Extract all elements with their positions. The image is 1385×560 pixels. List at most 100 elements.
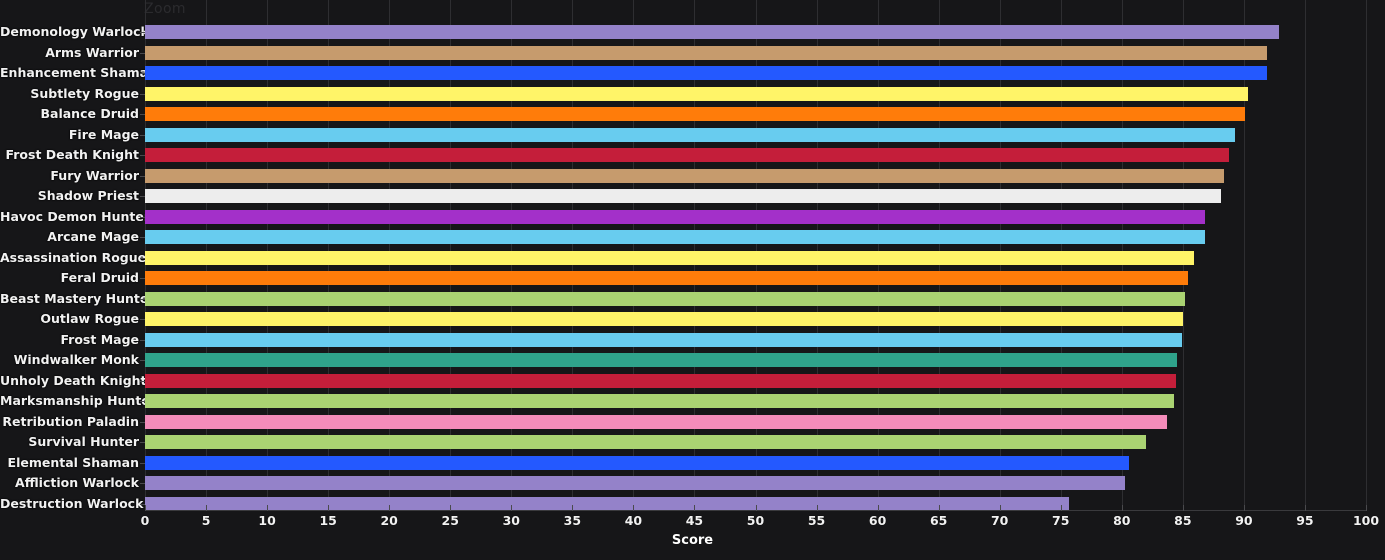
bar-row[interactable]	[145, 84, 1366, 105]
x-axis-tick-label: 40	[624, 513, 643, 528]
bar-row[interactable]	[145, 186, 1366, 207]
bar[interactable]	[145, 353, 1177, 367]
bar[interactable]	[145, 455, 1130, 470]
x-axis-tick	[877, 505, 879, 511]
bar-row[interactable]	[145, 104, 1366, 125]
x-axis-tick-label: 0	[140, 513, 150, 528]
category-label: Balance Druid	[40, 106, 140, 121]
bar-row[interactable]	[145, 289, 1366, 310]
y-axis-tick	[140, 462, 145, 464]
bar-row[interactable]	[145, 248, 1366, 269]
category-label: Arms Warrior	[45, 44, 139, 60]
x-axis-tick-label: 25	[441, 513, 459, 528]
bar-row[interactable]	[145, 412, 1366, 433]
category-label: Arcane Mage	[47, 229, 139, 244]
gridline	[1366, 0, 1367, 510]
x-axis-tick-label: 65	[929, 513, 948, 528]
x-axis-tick-label: 60	[868, 513, 887, 528]
x-axis-tick	[1243, 505, 1245, 511]
y-axis-tick	[140, 442, 145, 444]
bar-row[interactable]	[145, 350, 1366, 371]
bar[interactable]	[145, 271, 1188, 285]
bar[interactable]	[145, 107, 1246, 121]
y-axis-tick	[140, 216, 145, 218]
y-axis-tick	[140, 114, 145, 116]
bar-row[interactable]	[145, 453, 1366, 474]
bar-row[interactable]	[145, 371, 1366, 392]
x-axis-tick-label: 20	[380, 513, 398, 528]
y-axis-tick	[140, 155, 145, 157]
bar-row[interactable]	[145, 330, 1366, 351]
category-label: Frost Death Knight	[5, 147, 139, 162]
category-label: Survival Hunter	[28, 434, 139, 449]
bar[interactable]	[145, 312, 1183, 326]
x-axis-tick-label: 35	[563, 513, 582, 528]
x-axis-tick-label: 50	[746, 513, 765, 528]
bar[interactable]	[145, 435, 1147, 449]
bar-row[interactable]	[145, 43, 1366, 64]
bar[interactable]	[145, 127, 1236, 142]
bar-row[interactable]	[145, 309, 1366, 330]
x-axis-tick	[389, 505, 391, 511]
bar[interactable]	[145, 414, 1167, 429]
bar[interactable]	[145, 209, 1205, 224]
x-axis-tick-label: 55	[807, 513, 826, 528]
bar-row[interactable]	[145, 22, 1366, 43]
x-axis-tick	[999, 505, 1001, 511]
x-axis-tick	[1121, 505, 1123, 511]
bar-row[interactable]	[145, 473, 1366, 494]
x-axis-tick	[694, 505, 696, 511]
y-axis-tick	[140, 257, 145, 259]
x-axis-tick	[938, 505, 940, 511]
bar[interactable]	[145, 496, 1070, 511]
bar[interactable]	[145, 168, 1225, 183]
category-label: Feral Druid	[60, 270, 139, 285]
category-label: Assassination Rogue	[0, 249, 147, 265]
x-axis-tick-label: 15	[319, 513, 337, 528]
bar-row[interactable]	[145, 166, 1366, 187]
category-label: Outlaw Rogue	[40, 311, 139, 326]
category-label: Affliction Warlock	[15, 475, 139, 490]
bar[interactable]	[145, 394, 1175, 408]
bar[interactable]	[145, 373, 1176, 388]
x-axis-tick	[1182, 505, 1184, 511]
bar-row[interactable]	[145, 63, 1366, 84]
bar-row[interactable]	[145, 432, 1366, 453]
category-label: Elemental Shaman	[7, 454, 139, 470]
x-axis-tick-label: 80	[1113, 513, 1131, 528]
bar[interactable]	[145, 476, 1126, 490]
y-axis-tick	[140, 319, 145, 321]
y-axis-tick	[140, 237, 145, 239]
category-label: Beast Mastery Hunter	[0, 290, 155, 306]
bar[interactable]	[145, 250, 1194, 265]
bar[interactable]	[145, 230, 1205, 244]
x-axis-tick-label: 5	[201, 513, 211, 528]
x-axis-tick-label: 90	[1235, 513, 1253, 528]
bar[interactable]	[145, 45, 1268, 60]
bar[interactable]	[145, 66, 1268, 80]
bar[interactable]	[145, 25, 1280, 39]
y-axis-tick	[140, 483, 145, 485]
y-axis-tick	[140, 401, 145, 403]
y-axis-tick	[140, 134, 145, 136]
bar[interactable]	[145, 291, 1186, 306]
category-label: Frost Mage	[60, 331, 139, 347]
x-axis-tick	[1060, 505, 1062, 511]
bar[interactable]	[145, 86, 1248, 101]
category-label: Enhancement Shaman	[0, 65, 157, 80]
bar-row[interactable]	[145, 125, 1366, 146]
x-axis-tick	[267, 505, 269, 511]
bar[interactable]	[145, 148, 1230, 162]
y-axis-tick	[140, 339, 145, 341]
bar-row[interactable]	[145, 391, 1366, 412]
bar-row[interactable]	[145, 268, 1366, 289]
bar-row[interactable]	[145, 145, 1366, 166]
x-axis-title: Score	[671, 533, 714, 548]
x-axis-tick	[328, 505, 330, 511]
y-axis-tick	[140, 503, 145, 505]
bar[interactable]	[145, 332, 1182, 347]
bar[interactable]	[145, 189, 1221, 203]
bar-row[interactable]	[145, 207, 1366, 228]
bar-row[interactable]	[145, 227, 1366, 248]
plot-area	[145, 22, 1366, 511]
